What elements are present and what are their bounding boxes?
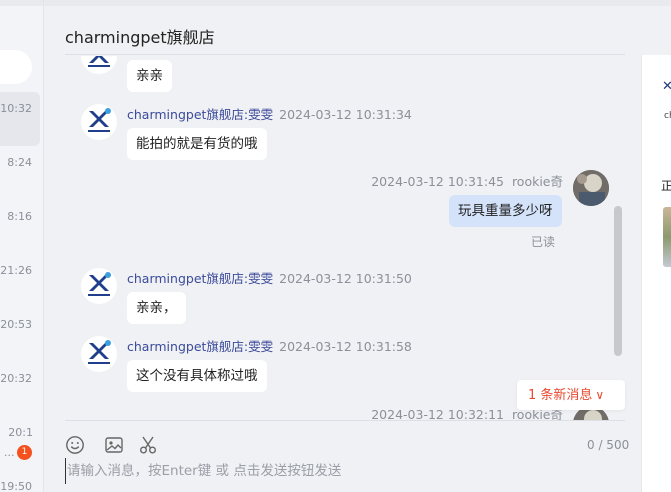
read-status: 已读 [531, 235, 556, 249]
message-list[interactable]: 亲亲 charmingpet旗舰店:雯雯 2024-03-12 10:31:34 … [44, 56, 641, 420]
shop-avatar[interactable] [81, 56, 117, 74]
user-avatar[interactable] [573, 170, 609, 206]
scissors-icon[interactable] [138, 435, 160, 457]
top-strip [0, 0, 43, 6]
sender-name: charmingpet旗舰店:雯雯 [127, 107, 274, 122]
shop-logo-text: ch [664, 111, 671, 121]
message-bubble: 亲亲 [127, 60, 172, 92]
message-header: charmingpet旗舰店:雯雯 2024-03-12 10:31:58 [127, 336, 412, 355]
message-time: 2024-03-12 10:32:11 [371, 407, 504, 420]
shop-avatar[interactable] [81, 104, 117, 140]
new-message-button[interactable]: 1 条新消息 ∨ [517, 380, 625, 410]
emoji-icon[interactable] [65, 435, 87, 457]
chat-panel: charmingpet旗舰店 亲亲 charmingpet旗舰店:雯雯 2024… [44, 0, 671, 492]
message-bubble: 这个没有具体称过哦 [127, 360, 267, 392]
conversation-time: 20:32 [0, 372, 32, 385]
top-strip [44, 0, 671, 6]
shop-logo-icon: ✕ [662, 79, 671, 94]
message-bubble: 玩具重量多少呀 [449, 195, 562, 227]
message-time: 2024-03-12 10:31:50 [279, 271, 412, 286]
shop-info-panel: ✕ ch 正 [641, 55, 671, 492]
chevron-down-icon: ∨ [595, 388, 605, 402]
ellipsis-text: ... [4, 446, 15, 459]
conversation-list: 10:32 8:24 8:16 21:26 20:53 20:32 20:1 .… [0, 0, 44, 492]
message-time: 2024-03-12 10:31:45 [371, 174, 504, 189]
conversation-time: 19:50 [0, 480, 32, 492]
product-thumbnail[interactable] [663, 207, 671, 267]
conversation-time: 10:32 [0, 102, 32, 115]
sender-name: charmingpet旗舰店:雯雯 [127, 271, 274, 286]
character-counter: 0 / 500 [587, 438, 630, 452]
page-title: charmingpet旗舰店 [65, 28, 215, 47]
message-header: charmingpet旗舰店:雯雯 2024-03-12 10:31:50 [127, 268, 412, 287]
chat-window: { "header": { "title": "charmingpet旗舰店" … [0, 0, 671, 492]
message-time: 2024-03-12 10:31:34 [279, 107, 412, 122]
message-time: 2024-03-12 10:31:58 [279, 339, 412, 354]
message-bubble: 能拍的就是有货的哦 [127, 128, 267, 160]
new-message-label: 1 条新消息 [528, 388, 593, 403]
message-bubble: 亲亲， [127, 292, 186, 324]
panel-text: 正 [661, 177, 671, 194]
conversation-time: 8:24 [7, 156, 32, 169]
conversation-time: 20:53 [0, 318, 32, 331]
shop-avatar[interactable] [81, 268, 117, 304]
shop-avatar[interactable] [81, 336, 117, 372]
scrollbar[interactable] [614, 206, 622, 356]
sender-name: charmingpet旗舰店:雯雯 [127, 339, 274, 354]
conversation-item-active[interactable] [0, 92, 40, 146]
message-header: charmingpet旗舰店:雯雯 2024-03-12 10:31:34 [127, 104, 412, 123]
conversation-time: 21:26 [0, 264, 32, 277]
sender-name: rookie奇 [511, 174, 563, 189]
divider [65, 420, 625, 421]
image-icon[interactable] [104, 435, 126, 457]
divider [65, 54, 625, 55]
conversation-time: 8:16 [7, 210, 32, 223]
search-input[interactable] [0, 50, 32, 84]
conversation-time: 20:1 [8, 426, 33, 439]
message-header: 2024-03-12 10:31:45 rookie奇 [371, 171, 563, 190]
message-input[interactable] [65, 458, 625, 484]
unread-badge: 1 [17, 445, 32, 460]
